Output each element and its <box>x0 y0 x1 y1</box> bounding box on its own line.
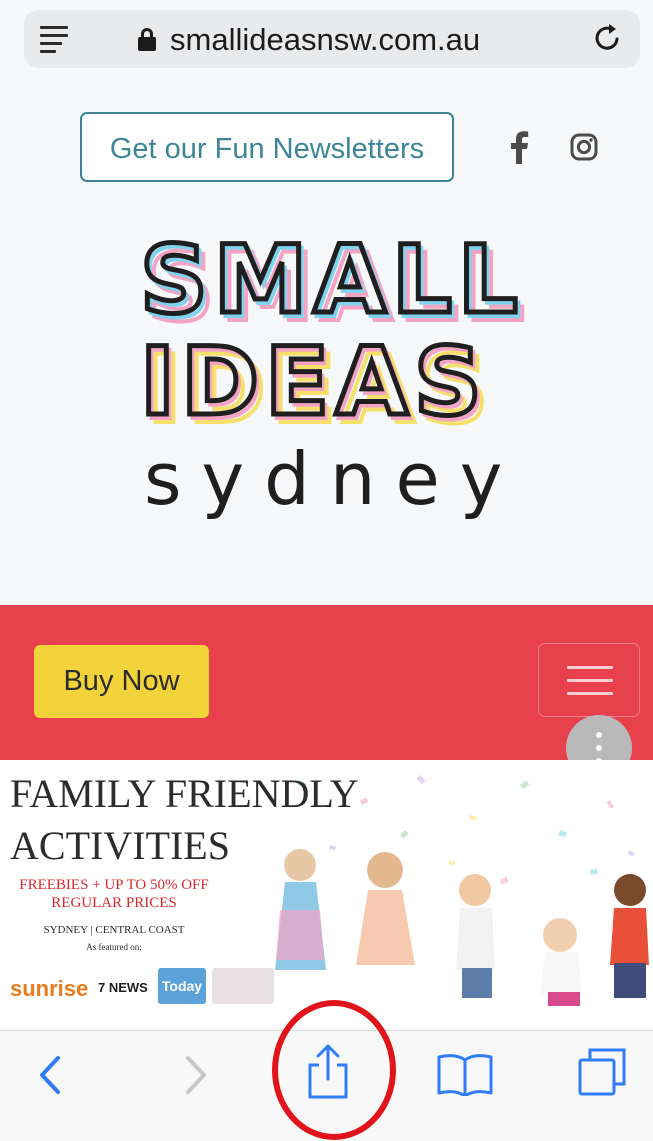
facebook-icon[interactable] <box>508 130 530 164</box>
share-icon[interactable] <box>306 1043 350 1101</box>
banner-featured: As featured on; <box>86 942 142 952</box>
logo-line-1-ink: SMALL <box>140 232 524 335</box>
today-logo: Today <box>158 968 206 1004</box>
logo-line-3: sydney <box>144 437 522 521</box>
banner-offer-line-2: REGULAR PRICES <box>51 895 177 911</box>
reader-icon[interactable] <box>40 26 68 53</box>
seven-news-logo: 7 NEWS <box>98 980 148 995</box>
address-bar[interactable]: smallideasnsw.com.au <box>24 10 640 68</box>
banner-location: SYDNEY | CENTRAL COAST <box>43 924 185 936</box>
back-icon[interactable] <box>36 1054 66 1096</box>
sunrise-logo: sunrise <box>10 976 89 1001</box>
tv-show-logo <box>212 968 274 1004</box>
sponsor-logos: sunrise 7 NEWS Today <box>10 962 280 1012</box>
banner-title-line-1: FAMILY FRIENDLY <box>10 771 359 816</box>
web-page: smallideasnsw.com.au Get our Fun Newslet… <box>0 0 653 1141</box>
hamburger-icon[interactable] <box>538 643 640 717</box>
logo-line-2-ink: IDEAS <box>140 328 488 437</box>
banner-offer-line-1: FREEBIES + UP TO 50% OFF <box>19 877 209 893</box>
buy-now-button[interactable]: Buy Now <box>34 645 209 718</box>
site-logo[interactable]: SMALL SMALL SMALL IDEAS IDEAS IDEAS sydn… <box>140 232 540 532</box>
instagram-icon[interactable] <box>570 133 598 161</box>
lock-icon <box>136 26 158 52</box>
url-display[interactable]: smallideasnsw.com.au <box>136 22 480 58</box>
url-text: smallideasnsw.com.au <box>170 22 481 57</box>
bookmarks-icon[interactable] <box>436 1052 494 1096</box>
forward-icon[interactable] <box>180 1054 210 1096</box>
tabs-icon[interactable] <box>576 1046 628 1098</box>
banner-title-line-2: ACTIVITIES <box>10 823 230 868</box>
newsletter-button[interactable]: Get our Fun Newsletters <box>80 112 454 182</box>
reload-icon[interactable] <box>590 20 626 56</box>
